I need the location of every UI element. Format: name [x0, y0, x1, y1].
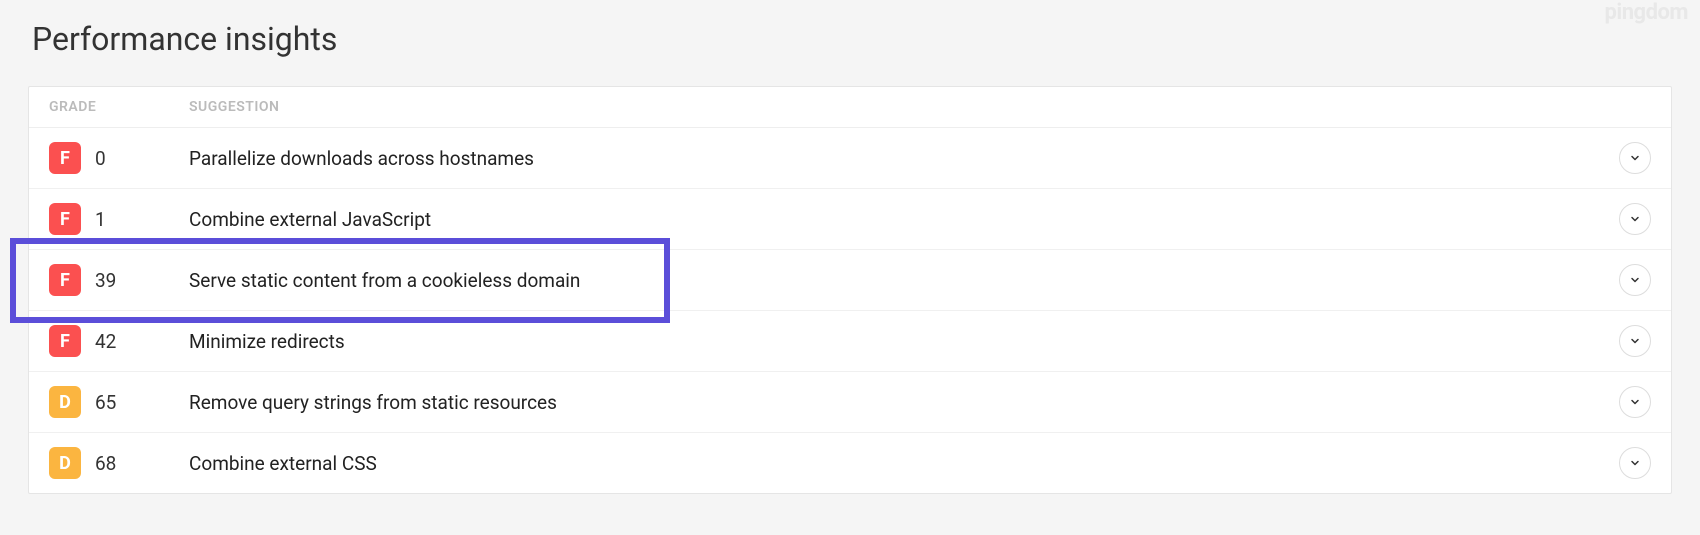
- grade-cell: F 39: [49, 264, 189, 296]
- grade-badge: D: [49, 447, 81, 479]
- suggestion-text: Serve static content from a cookieless d…: [189, 269, 1619, 292]
- chevron-down-icon: [1629, 335, 1641, 347]
- grade-score: 0: [95, 147, 106, 170]
- table-row[interactable]: F1Combine external JavaScript: [29, 189, 1671, 250]
- chevron-down-icon: [1629, 274, 1641, 286]
- table-row[interactable]: D 65 Remove query strings from static reso…: [29, 372, 1671, 433]
- expand-button[interactable]: [1619, 386, 1651, 418]
- expand-button[interactable]: [1619, 447, 1651, 479]
- insights-container: Performance insights GRADE SUGGESTION F0…: [0, 0, 1700, 514]
- grade-badge: F: [49, 142, 81, 174]
- grade-score: 39: [95, 269, 116, 292]
- suggestion-text: Combine external JavaScript: [189, 208, 1619, 231]
- chevron-down-icon: [1629, 152, 1641, 164]
- page-title: Performance insights: [28, 20, 1672, 58]
- table-row[interactable]: F 42 Minimize redirects: [29, 311, 1671, 372]
- chevron-down-icon: [1629, 213, 1641, 225]
- watermark-text: pingdom: [1605, 0, 1688, 25]
- grade-score: 68: [95, 452, 116, 475]
- grade-cell: F 42: [49, 325, 189, 357]
- suggestion-text: Remove query strings from static resourc…: [189, 391, 1619, 414]
- grade-badge: F: [49, 325, 81, 357]
- table-header: GRADE SUGGESTION: [29, 87, 1671, 128]
- grade-score: 65: [95, 391, 116, 414]
- table-row[interactable]: F 39 Serve static content from a cookieles…: [29, 250, 1671, 311]
- grade-badge: F: [49, 264, 81, 296]
- grade-cell: D 65: [49, 386, 189, 418]
- grade-badge: D: [49, 386, 81, 418]
- suggestion-text: Combine external CSS: [189, 452, 1619, 475]
- insights-table: GRADE SUGGESTION F0Parallelize downloads…: [28, 86, 1672, 494]
- grade-badge: F: [49, 203, 81, 235]
- col-header-suggestion: SUGGESTION: [189, 99, 1651, 115]
- expand-button[interactable]: [1619, 325, 1651, 357]
- chevron-down-icon: [1629, 396, 1641, 408]
- chevron-down-icon: [1629, 457, 1641, 469]
- suggestion-text: Parallelize downloads across hostnames: [189, 147, 1619, 170]
- grade-cell: F0: [49, 142, 189, 174]
- grade-score: 1: [95, 208, 106, 231]
- grade-cell: F1: [49, 203, 189, 235]
- grade-score: 42: [95, 330, 116, 353]
- suggestion-text: Minimize redirects: [189, 330, 1619, 353]
- grade-cell: D 68: [49, 447, 189, 479]
- col-header-grade: GRADE: [49, 99, 189, 115]
- expand-button[interactable]: [1619, 142, 1651, 174]
- table-row[interactable]: D 68 Combine external CSS: [29, 433, 1671, 493]
- table-row[interactable]: F0Parallelize downloads across hostnames: [29, 128, 1671, 189]
- expand-button[interactable]: [1619, 203, 1651, 235]
- expand-button[interactable]: [1619, 264, 1651, 296]
